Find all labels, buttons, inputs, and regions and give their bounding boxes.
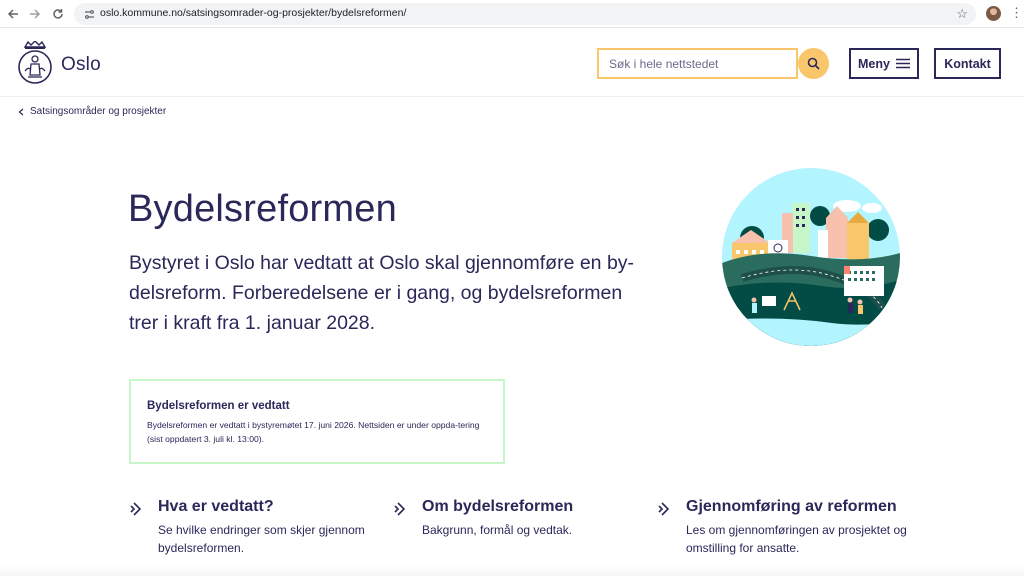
- chevron-diamond-icon: [130, 502, 142, 516]
- breadcrumb[interactable]: Satsingsområder og prosjekter: [18, 106, 166, 117]
- bottom-fade: [0, 564, 1024, 576]
- kebab-icon[interactable]: ⋮: [1010, 5, 1023, 21]
- chevron-diamond-icon: [658, 502, 670, 516]
- site-header: Oslo Meny Kontakt: [0, 29, 1024, 97]
- lead-paragraph: Bystyret i Oslo har vedtatt at Oslo skal…: [129, 252, 635, 334]
- profile-avatar[interactable]: [986, 6, 1001, 21]
- search-icon: [807, 57, 820, 70]
- arrow-left-icon: [7, 9, 18, 19]
- chevron-diamond-icon: [394, 502, 406, 516]
- card-description: Les om gjennomføringen av prosjektet og …: [686, 523, 907, 555]
- reload-button[interactable]: [49, 5, 67, 23]
- browser-toolbar: oslo.kommune.no/satsingsomrader-og-prosj…: [0, 0, 1024, 28]
- alert-title: Bydelsreformen er vedtatt: [147, 400, 290, 412]
- card-title[interactable]: Om bydelsreformen: [422, 498, 573, 516]
- arrow-right-icon: [30, 9, 41, 19]
- menu-label: Meny: [858, 56, 890, 71]
- status-alert: Bydelsreformen er vedtatt Bydelsreformen…: [129, 379, 505, 464]
- star-icon[interactable]: ☆: [956, 6, 968, 22]
- alert-body: Bydelsreformen er vedtatt i bystyremøtet…: [147, 420, 480, 444]
- forward-button[interactable]: [26, 5, 44, 23]
- back-button[interactable]: [4, 5, 22, 23]
- site-settings-icon[interactable]: [82, 7, 96, 21]
- search-button[interactable]: [798, 48, 829, 79]
- card-title[interactable]: Gjennomføring av reformen: [686, 498, 897, 516]
- contact-button[interactable]: Kontakt: [934, 48, 1001, 79]
- page-title: Bydelsreformen: [128, 188, 397, 230]
- card-description: Se hvilke endringer som skjer gjennom by…: [158, 523, 365, 555]
- reload-icon: [53, 9, 63, 19]
- address-bar[interactable]: oslo.kommune.no/satsingsomrader-og-prosj…: [74, 3, 976, 25]
- breadcrumb-link[interactable]: Satsingsområder og prosjekter: [30, 106, 166, 117]
- search-input[interactable]: [597, 48, 798, 79]
- chevron-left-icon: [18, 108, 24, 115]
- menu-button[interactable]: Meny: [849, 48, 919, 79]
- card-title[interactable]: Hva er vedtatt?: [158, 498, 274, 516]
- hamburger-icon: [895, 58, 910, 69]
- url-text[interactable]: oslo.kommune.no/satsingsomrader-og-prosj…: [100, 7, 406, 19]
- card-description: Bakgrunn, formål og vedtak.: [422, 523, 573, 537]
- oslo-seal-icon[interactable]: [16, 41, 54, 85]
- logo-text[interactable]: Oslo: [61, 54, 101, 76]
- city-illustration: [722, 168, 900, 346]
